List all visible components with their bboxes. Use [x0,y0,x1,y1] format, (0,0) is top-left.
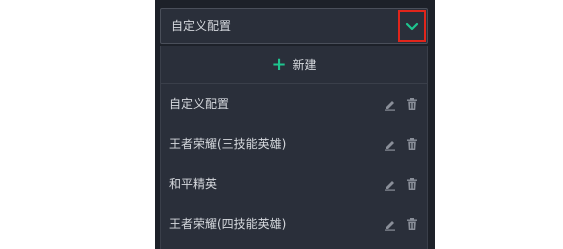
config-item[interactable]: 和平精英 [161,164,427,204]
pencil-icon[interactable] [381,135,399,153]
trash-icon[interactable] [403,215,421,233]
config-select[interactable]: 自定义配置 [160,8,428,44]
config-item[interactable]: 王者荣耀(四技能英雄) [161,204,427,244]
trash-icon[interactable] [403,135,421,153]
chevron-down-icon [405,17,419,36]
plus-icon: + [271,53,287,75]
dropdown-menu: + 新建 自定义配置 王者荣耀(三技能英雄) 和平精英 王者荣耀(四技能英雄) [160,46,428,249]
config-item-label: 和平精英 [169,177,218,191]
trash-icon[interactable] [403,175,421,193]
selected-config-value: 自定义配置 [171,19,232,33]
pencil-icon[interactable] [381,215,399,233]
dropdown-toggle-button[interactable] [398,10,426,42]
pencil-icon[interactable] [381,95,399,113]
new-config-label: 新建 [292,58,317,72]
pencil-icon[interactable] [381,175,399,193]
config-item-label: 王者荣耀(三技能英雄) [169,137,287,151]
config-item[interactable]: 自定义配置 [161,84,427,124]
new-config-button[interactable]: + 新建 [161,46,427,84]
config-item-label: 自定义配置 [169,97,230,111]
trash-icon[interactable] [403,95,421,113]
config-item[interactable]: 王者荣耀(三技能英雄) [161,124,427,164]
config-item-label: 王者荣耀(四技能英雄) [169,217,287,231]
